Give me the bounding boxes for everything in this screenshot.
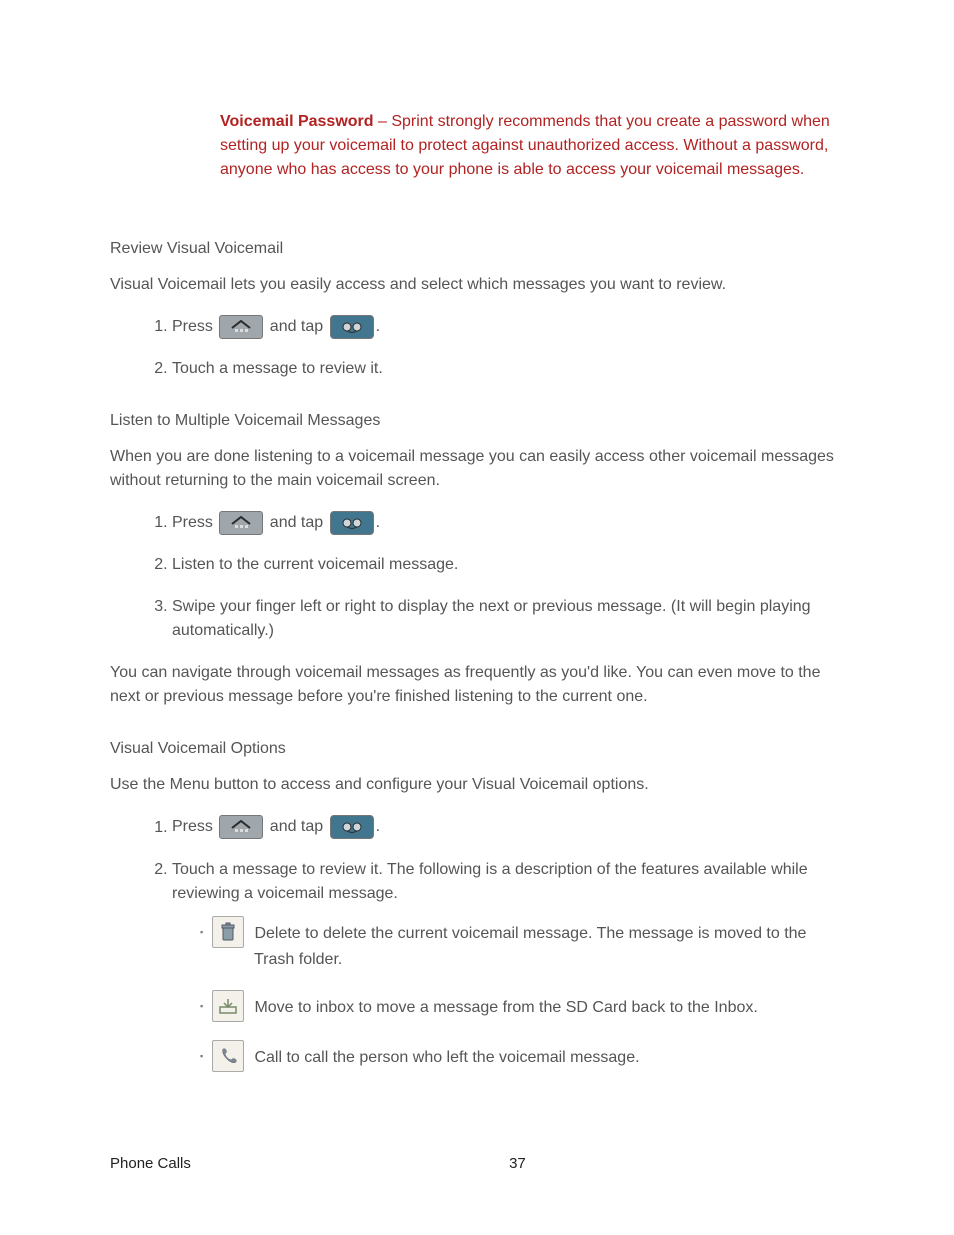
options-step-1: Press and tap . <box>172 815 844 839</box>
trash-icon <box>212 916 244 948</box>
note-lead: Voicemail Password <box>220 113 374 130</box>
listen-steps: Press and tap . Listen to the current vo… <box>110 511 844 643</box>
voicemail-password-note: Voicemail Password – Sprint strongly rec… <box>220 110 844 182</box>
document-page: Voicemail Password – Sprint strongly rec… <box>0 0 954 1235</box>
cassette-icon <box>330 315 374 339</box>
text: Press <box>172 819 217 836</box>
text: . <box>376 318 380 335</box>
bullet-move-inbox: Move to inbox to move a message from the… <box>200 994 844 1022</box>
page-footer: Phone Calls 37 <box>110 1153 844 1176</box>
options-intro: Use the Menu button to access and config… <box>110 773 844 797</box>
text: and tap <box>265 318 327 335</box>
text: Press <box>172 514 217 531</box>
bullet-delete: Delete to delete the current voicemail m… <box>200 920 844 972</box>
options-steps: Press and tap . Touch a message to revie… <box>110 815 844 1071</box>
listen-step-1: Press and tap . <box>172 511 844 535</box>
options-step-2: Touch a message to review it. The follow… <box>172 858 844 1072</box>
text: Touch a message to review it. The follow… <box>172 861 808 902</box>
listen-intro: When you are done listening to a voicema… <box>110 445 844 493</box>
bullet-call-label: Call <box>254 1049 282 1066</box>
text: folder. <box>294 951 342 968</box>
inbox-icon <box>212 990 244 1022</box>
footer-section: Phone Calls <box>110 1153 191 1176</box>
heading-listen: Listen to Multiple Voicemail Messages <box>110 409 844 433</box>
footer-page-number: 37 <box>110 1153 844 1176</box>
listen-step-3: Swipe your finger left or right to displ… <box>172 595 844 643</box>
listen-outro: You can navigate through voicemail messa… <box>110 661 844 709</box>
text: to call the person who left the voicemai… <box>282 1049 640 1066</box>
text: to delete the current voicemail message.… <box>301 925 807 942</box>
review-step-1: Press and tap . <box>172 315 844 339</box>
text: Trash <box>254 951 294 968</box>
text: to move a message from the SD Card back … <box>354 999 758 1016</box>
heading-options: Visual Voicemail Options <box>110 737 844 761</box>
text: . <box>376 819 380 836</box>
bullet-move-label: Move to inbox <box>254 999 354 1016</box>
listen-step-2: Listen to the current voicemail message. <box>172 553 844 577</box>
home-icon <box>219 815 263 839</box>
phone-icon <box>212 1040 244 1072</box>
bullet-call: Call to call the person who left the voi… <box>200 1044 844 1072</box>
text: Press <box>172 318 217 335</box>
text: . <box>376 514 380 531</box>
options-bullets: Delete to delete the current voicemail m… <box>172 920 844 1072</box>
text: and tap <box>265 819 327 836</box>
heading-review: Review Visual Voicemail <box>110 237 844 261</box>
review-step-2: Touch a message to review it. <box>172 357 844 381</box>
home-icon <box>219 511 263 535</box>
bullet-delete-label: Delete <box>254 925 300 942</box>
text: and tap <box>265 514 327 531</box>
cassette-icon <box>330 815 374 839</box>
cassette-icon <box>330 511 374 535</box>
review-steps: Press and tap . Touch a message to revie… <box>110 315 844 381</box>
home-icon <box>219 315 263 339</box>
review-intro: Visual Voicemail lets you easily access … <box>110 273 844 297</box>
